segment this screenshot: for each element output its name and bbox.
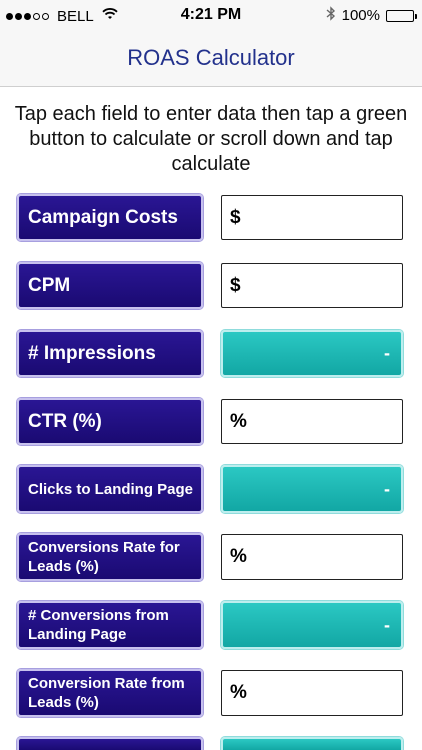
conversions-from-landing-label: # Conversions from Landing Page bbox=[28, 607, 169, 643]
calculate-clicks-button[interactable]: - bbox=[221, 465, 403, 513]
ctr-label-button[interactable]: CTR (%) bbox=[17, 398, 203, 445]
clicks-label: Clicks to Landing Page bbox=[28, 480, 194, 498]
conversion-rate-leads-label-button[interactable]: Conversions Rate for Leads (%) bbox=[17, 533, 203, 581]
conversion-rate-from-leads-value: % bbox=[230, 682, 247, 703]
ctr-value: % bbox=[230, 410, 247, 432]
bluetooth-icon bbox=[326, 6, 336, 25]
impressions-label: # Impressions bbox=[28, 342, 156, 364]
calculate-conversions-button[interactable]: - bbox=[221, 601, 403, 649]
campaign-costs-label: Campaign Costs bbox=[28, 206, 178, 228]
conversion-rate-from-leads-label-button[interactable]: Conversion Rate from Leads (%) bbox=[17, 669, 203, 717]
conversion-rate-leads-label: Conversions Rate for Leads (%) bbox=[28, 539, 180, 575]
conversions-result: - bbox=[384, 614, 390, 635]
conversions-from-landing-label-button[interactable]: # Conversions from Landing Page bbox=[17, 601, 203, 649]
battery-icon bbox=[386, 9, 417, 22]
instructions-text: Tap each field to enter data then tap a … bbox=[14, 103, 408, 175]
next-label-button[interactable] bbox=[17, 737, 203, 750]
conversion-rate-leads-input[interactable]: % bbox=[221, 534, 403, 580]
conversion-rate-leads-value: % bbox=[230, 546, 247, 567]
ctr-label: CTR (%) bbox=[28, 410, 102, 432]
cpm-input[interactable]: $ bbox=[221, 263, 403, 308]
navigation-bar: ROAS Calculator bbox=[0, 30, 422, 87]
cpm-label-button[interactable]: CPM bbox=[17, 262, 203, 309]
cpm-value: $ bbox=[230, 274, 241, 296]
next-result-button[interactable] bbox=[221, 737, 403, 750]
campaign-costs-input[interactable]: $ bbox=[221, 195, 403, 240]
status-right: 100% bbox=[326, 6, 417, 25]
clicks-result: - bbox=[384, 478, 390, 499]
campaign-costs-label-button[interactable]: Campaign Costs bbox=[17, 194, 203, 241]
ctr-input[interactable]: % bbox=[221, 399, 403, 444]
calculate-impressions-button[interactable]: - bbox=[221, 330, 403, 377]
conversion-rate-from-leads-input[interactable]: % bbox=[221, 670, 403, 716]
conversion-rate-from-leads-label: Conversion Rate from Leads (%) bbox=[28, 675, 185, 711]
impressions-label-button[interactable]: # Impressions bbox=[17, 330, 203, 377]
impressions-result: - bbox=[384, 343, 390, 363]
page-title: ROAS Calculator bbox=[127, 45, 295, 70]
clicks-label-button[interactable]: Clicks to Landing Page bbox=[17, 465, 203, 513]
battery-percent: 100% bbox=[341, 7, 380, 24]
campaign-costs-value: $ bbox=[230, 206, 241, 228]
cpm-label: CPM bbox=[28, 274, 71, 296]
status-bar: BELL 4:21 PM 100% bbox=[0, 0, 422, 30]
